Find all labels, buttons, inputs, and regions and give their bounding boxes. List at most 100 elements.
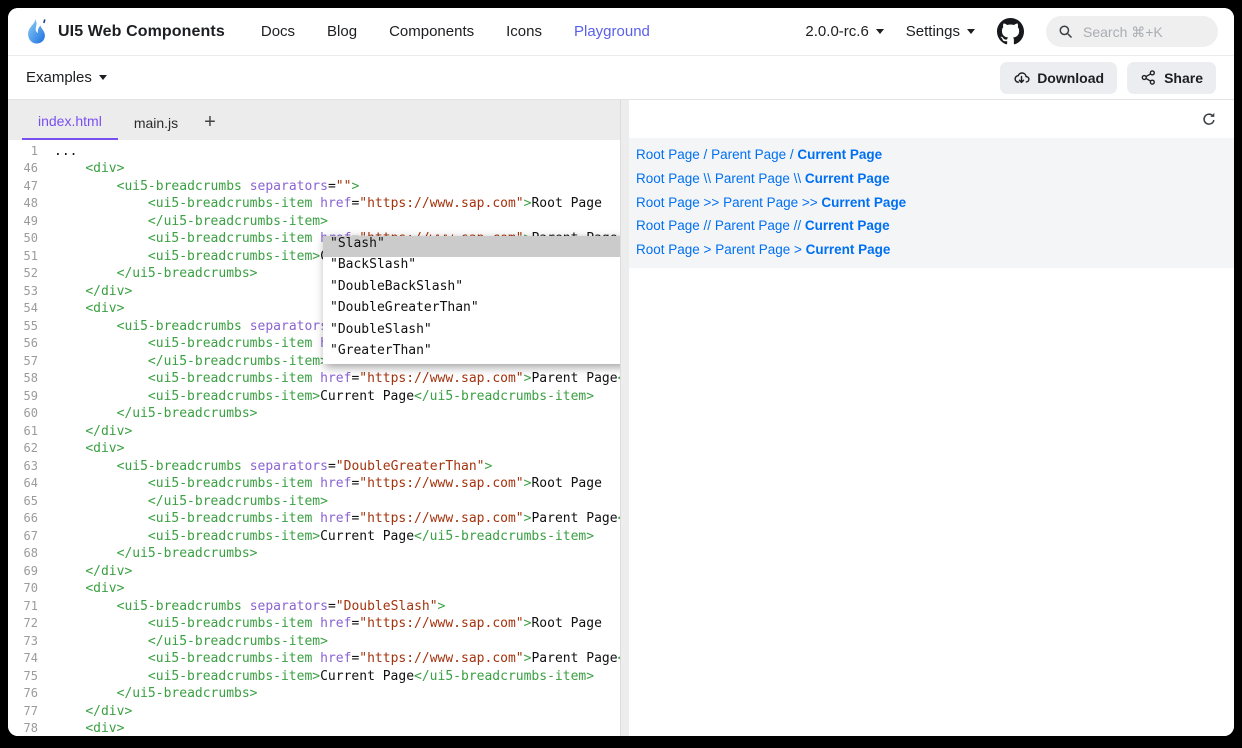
autocomplete-option[interactable]: "GreaterThan" bbox=[323, 343, 620, 364]
nav-blog[interactable]: Blog bbox=[327, 23, 357, 40]
download-label: Download bbox=[1037, 70, 1104, 86]
add-tab-button[interactable]: + bbox=[194, 106, 226, 140]
line-number: 65 bbox=[8, 494, 38, 512]
code-line[interactable]: 48 <ui5-breadcrumbs-item href="https://w… bbox=[8, 196, 620, 214]
breadcrumb-row: Root Page \\ Parent Page \\ Current Page bbox=[636, 167, 1234, 191]
brand[interactable]: UI5 Web Components bbox=[24, 17, 225, 47]
code-line[interactable]: 65 </ui5-breadcrumbs-item> bbox=[8, 494, 620, 512]
code-line[interactable]: 60 </ui5-breadcrumbs> bbox=[8, 406, 620, 424]
breadcrumb-current: Current Page bbox=[806, 242, 891, 257]
code-line[interactable]: 73 </ui5-breadcrumbs-item> bbox=[8, 634, 620, 652]
code-text: <ui5-breadcrumbs separators="DoubleGreat… bbox=[54, 459, 492, 477]
autocomplete-option[interactable]: "DoubleBackSlash" bbox=[323, 279, 620, 300]
breadcrumb-row: Root Page // Parent Page // Current Page bbox=[636, 214, 1234, 238]
pane-divider[interactable] bbox=[620, 100, 629, 736]
code-line[interactable]: 69 </div> bbox=[8, 564, 620, 582]
version-dropdown[interactable]: 2.0.0-rc.6 bbox=[805, 23, 883, 40]
code-line[interactable]: 76 </ui5-breadcrumbs> bbox=[8, 686, 620, 704]
download-button[interactable]: Download bbox=[1000, 62, 1117, 94]
top-navbar: UI5 Web Components Docs Blog Components … bbox=[8, 8, 1234, 56]
preview-topbar bbox=[629, 100, 1234, 138]
code-text: <div> bbox=[54, 721, 124, 736]
breadcrumb-current: Current Page bbox=[805, 218, 890, 233]
code-line[interactable]: 71 <ui5-breadcrumbs separators="DoubleSl… bbox=[8, 599, 620, 617]
chevron-down-icon bbox=[876, 29, 884, 34]
line-number: 63 bbox=[8, 459, 38, 477]
code-text: <ui5-breadcrumbs separators=""> bbox=[54, 179, 359, 197]
line-number: 76 bbox=[8, 686, 38, 704]
share-button[interactable]: Share bbox=[1127, 62, 1216, 94]
breadcrumb-separator: / bbox=[700, 147, 711, 162]
autocomplete-option[interactable]: "BackSlash" bbox=[323, 257, 620, 278]
breadcrumb-separator: >> bbox=[700, 195, 723, 210]
breadcrumb-link[interactable]: Root Page bbox=[636, 242, 700, 257]
code-line[interactable]: 46 <div> bbox=[8, 161, 620, 179]
breadcrumb-link[interactable]: Root Page bbox=[636, 195, 700, 210]
code-line[interactable]: 75 <ui5-breadcrumbs-item>Current Page</u… bbox=[8, 669, 620, 687]
code-line[interactable]: 72 <ui5-breadcrumbs-item href="https://w… bbox=[8, 616, 620, 634]
line-number: 54 bbox=[8, 301, 38, 319]
examples-dropdown[interactable]: Examples bbox=[26, 69, 107, 86]
line-number: 50 bbox=[8, 231, 38, 249]
code-text: </div> bbox=[54, 704, 132, 722]
breadcrumb-link[interactable]: Parent Page bbox=[715, 218, 790, 233]
breadcrumb-separator: > bbox=[790, 242, 805, 257]
search-box[interactable] bbox=[1046, 16, 1218, 47]
playground-main: index.html main.js + 1...46 <div>47 <ui5… bbox=[8, 100, 1234, 736]
settings-label: Settings bbox=[906, 23, 960, 40]
code-line[interactable]: 68 </ui5-breadcrumbs> bbox=[8, 546, 620, 564]
breadcrumb-link[interactable]: Parent Page bbox=[723, 195, 798, 210]
code-line[interactable]: 63 <ui5-breadcrumbs separators="DoubleGr… bbox=[8, 459, 620, 477]
code-text: </ui5-breadcrumbs> bbox=[54, 406, 258, 424]
github-icon[interactable] bbox=[997, 18, 1024, 45]
breadcrumb-link[interactable]: Parent Page bbox=[715, 171, 790, 186]
code-line[interactable]: 61 </div> bbox=[8, 424, 620, 442]
code-line[interactable]: 59 <ui5-breadcrumbs-item>Current Page</u… bbox=[8, 389, 620, 407]
search-input[interactable] bbox=[1081, 23, 1195, 41]
nav-icons[interactable]: Icons bbox=[506, 23, 542, 40]
breadcrumb-link[interactable]: Root Page bbox=[636, 147, 700, 162]
code-line[interactable]: 58 <ui5-breadcrumbs-item href="https://w… bbox=[8, 371, 620, 389]
code-line[interactable]: 62 <div> bbox=[8, 441, 620, 459]
refresh-icon[interactable] bbox=[1200, 110, 1218, 128]
preview-pane: Root Page / Parent Page / Current PageRo… bbox=[629, 100, 1234, 736]
line-number: 61 bbox=[8, 424, 38, 442]
code-text: <ui5-breadcrumbs-item>Current Page</ui5-… bbox=[54, 529, 594, 547]
code-text: <div> bbox=[54, 301, 124, 319]
nav-components[interactable]: Components bbox=[389, 23, 474, 40]
tab-index-html[interactable]: index.html bbox=[22, 103, 118, 140]
code-line[interactable]: 78 <div> bbox=[8, 721, 620, 736]
autocomplete-option[interactable]: "DoubleSlash" bbox=[323, 322, 620, 343]
line-number: 49 bbox=[8, 214, 38, 232]
nav-docs[interactable]: Docs bbox=[261, 23, 295, 40]
code-editor-lines: 1...46 <div>47 <ui5-breadcrumbs separato… bbox=[8, 144, 620, 737]
share-label: Share bbox=[1164, 70, 1203, 86]
code-line[interactable]: 66 <ui5-breadcrumbs-item href="https://w… bbox=[8, 511, 620, 529]
code-text: <div> bbox=[54, 161, 124, 179]
breadcrumb-link[interactable]: Parent Page bbox=[715, 242, 790, 257]
line-number: 48 bbox=[8, 196, 38, 214]
code-text: <ui5-breadcrumbs-item>Current Page</ui5-… bbox=[54, 669, 594, 687]
breadcrumb-link[interactable]: Root Page bbox=[636, 171, 700, 186]
code-line[interactable]: 67 <ui5-breadcrumbs-item>Current Page</u… bbox=[8, 529, 620, 547]
breadcrumb-current: Current Page bbox=[797, 147, 882, 162]
examples-toolbar: Examples Download bbox=[8, 56, 1234, 100]
code-line[interactable]: 74 <ui5-breadcrumbs-item href="https://w… bbox=[8, 651, 620, 669]
code-line[interactable]: 77 </div> bbox=[8, 704, 620, 722]
code-line[interactable]: 47 <ui5-breadcrumbs separators=""> bbox=[8, 179, 620, 197]
settings-dropdown[interactable]: Settings bbox=[906, 23, 975, 40]
code-text: </ui5-breadcrumbs-item> bbox=[54, 214, 328, 232]
autocomplete-option[interactable]: "DoubleGreaterThan" bbox=[323, 300, 620, 321]
breadcrumb-link[interactable]: Parent Page bbox=[711, 147, 786, 162]
breadcrumb-link[interactable]: Root Page bbox=[636, 218, 700, 233]
code-line[interactable]: 49 </ui5-breadcrumbs-item> bbox=[8, 214, 620, 232]
code-line[interactable]: 1... bbox=[8, 144, 620, 162]
code-editor[interactable]: 1...46 <div>47 <ui5-breadcrumbs separato… bbox=[8, 140, 620, 736]
nav-playground[interactable]: Playground bbox=[574, 23, 650, 40]
breadcrumb-separator: / bbox=[786, 147, 797, 162]
code-line[interactable]: 64 <ui5-breadcrumbs-item href="https://w… bbox=[8, 476, 620, 494]
tab-main-js[interactable]: main.js bbox=[118, 105, 194, 140]
code-text: ... bbox=[54, 144, 77, 162]
autocomplete-option[interactable]: "Slash" bbox=[323, 236, 620, 257]
code-line[interactable]: 70 <div> bbox=[8, 581, 620, 599]
